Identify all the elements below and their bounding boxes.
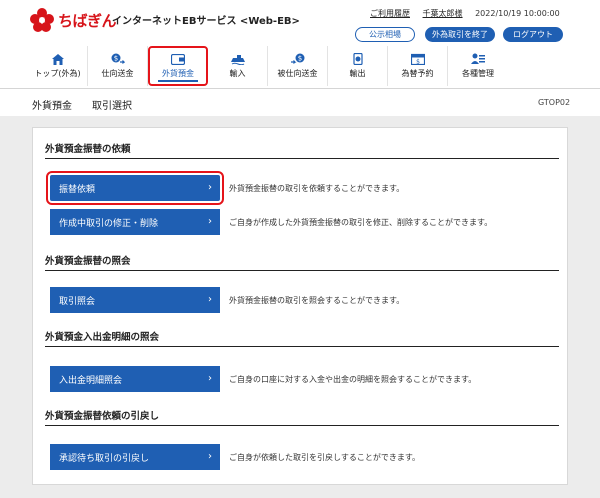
button-description: ご自身の口座に対する入金や出金の明細を照会することができます。 [229, 375, 477, 384]
chiba-flower-icon [30, 8, 54, 32]
management-icon [471, 53, 485, 65]
public-rates-button[interactable]: 公示相場 [355, 27, 415, 42]
menu-card: 外貨預金振替の依頼 振替依頼 › 外貨預金振替の取引を依頼することができます。 … [32, 127, 568, 485]
chibagin-logo[interactable]: ちばぎん [30, 8, 117, 32]
edit-delete-draft-button[interactable]: 作成中取引の修正・削除 › [50, 209, 220, 235]
exit-fx-button[interactable]: 外為取引を終了 [425, 27, 495, 42]
statement-inquiry-button[interactable]: 入出金明細照会 › [50, 366, 220, 392]
nav-item-management[interactable]: 各種管理 [448, 46, 508, 86]
usage-history-link[interactable]: ご利用履歴 [370, 9, 410, 18]
section-title: 外貨預金振替の依頼 [45, 144, 131, 155]
button-description: ご自身が依頼した取引を引戻しすることができます。 [229, 453, 421, 462]
button-description: 外貨預金振替の取引を照会することができます。 [229, 296, 405, 305]
section-divider [45, 158, 559, 159]
nav-label: 被仕向送金 [277, 69, 318, 78]
import-icon [230, 53, 245, 65]
top-links: ご利用履歴 千葉太郎様 2022/10/19 10:00:00 [370, 8, 570, 19]
transfer-request-button[interactable]: 振替依頼 › [46, 171, 224, 205]
chevron-right-icon: › [208, 216, 212, 227]
nav-label: 仕向送金 [101, 69, 134, 78]
nav-label: 輸出 [349, 69, 366, 78]
nav-item-import[interactable]: 輸入 [208, 46, 268, 86]
svg-text:$: $ [416, 59, 420, 66]
svg-text:$: $ [113, 55, 117, 63]
logo-text: ちばぎん [58, 11, 117, 30]
nav-item-fx-contract[interactable]: $ 為替予約 [388, 46, 448, 86]
nav-item-export[interactable]: 輸出 [328, 46, 388, 86]
deposit-icon [171, 53, 185, 65]
outward-remit-icon: $ [111, 53, 125, 65]
export-icon [351, 53, 365, 65]
button-label: 作成中取引の修正・削除 [59, 218, 159, 229]
button-description: 外貨預金振替の取引を依頼することができます。 [229, 184, 405, 193]
section-title: 外貨預金振替依頼の引戻し [45, 411, 160, 422]
nav-label: 外貨預金 [162, 69, 194, 78]
inward-remit-icon: $ [290, 53, 305, 65]
page-subtitle: 取引選択 [92, 101, 132, 112]
button-label: 承認待ち取引の引戻し [59, 453, 150, 464]
chevron-right-icon: › [208, 294, 212, 305]
service-name: インターネットEBサービス <Web-EB> [112, 16, 300, 27]
section-title: 外貨預金入出金明細の照会 [45, 332, 160, 343]
chevron-right-icon: › [208, 182, 212, 193]
home-icon [51, 53, 65, 65]
nav-item-fx-deposit[interactable]: 外貨預金 [148, 46, 208, 86]
login-datetime: 2022/10/19 10:00:00 [475, 9, 560, 18]
button-description: ご自身が作成した外貨預金振替の取引を修正、削除することができます。 [229, 218, 493, 227]
button-label: 入出金明細照会 [59, 375, 123, 386]
nav-label: トップ(外為) [34, 69, 81, 78]
nav-item-outward-remit[interactable]: $ 仕向送金 [88, 46, 148, 86]
main-nav: トップ(外為) $ 仕向送金 外貨預金 輸入 $ 被仕向送金 輸出 $ 為替予約… [28, 46, 508, 86]
page-title: 外貨預金 [32, 101, 72, 112]
fx-contract-icon: $ [410, 53, 425, 66]
section-divider [45, 346, 559, 347]
header: ちばぎん インターネットEBサービス <Web-EB> ご利用履歴 千葉太郎様 … [0, 0, 600, 90]
logout-button[interactable]: ログアウト [503, 27, 563, 42]
button-label: 振替依頼 [59, 184, 96, 195]
chevron-right-icon: › [208, 451, 212, 462]
chevron-right-icon: › [208, 373, 212, 384]
nav-item-top[interactable]: トップ(外為) [28, 46, 88, 86]
user-name[interactable]: 千葉太郎様 [423, 9, 463, 18]
nav-label: 輸入 [229, 69, 246, 78]
svg-text:$: $ [297, 55, 301, 63]
section-divider [45, 425, 559, 426]
recall-pending-button[interactable]: 承認待ち取引の引戻し › [50, 444, 220, 470]
nav-label: 為替予約 [401, 69, 434, 78]
screen-code: GTOP02 [538, 98, 571, 107]
transaction-inquiry-button[interactable]: 取引照会 › [50, 287, 220, 313]
button-label: 取引照会 [59, 296, 96, 307]
section-divider [45, 270, 559, 271]
nav-item-inward-remit[interactable]: $ 被仕向送金 [268, 46, 328, 86]
nav-label: 各種管理 [462, 69, 494, 78]
title-bar: 外貨預金 取引選択 GTOP02 [0, 89, 600, 116]
section-title: 外貨預金振替の照会 [45, 256, 131, 267]
